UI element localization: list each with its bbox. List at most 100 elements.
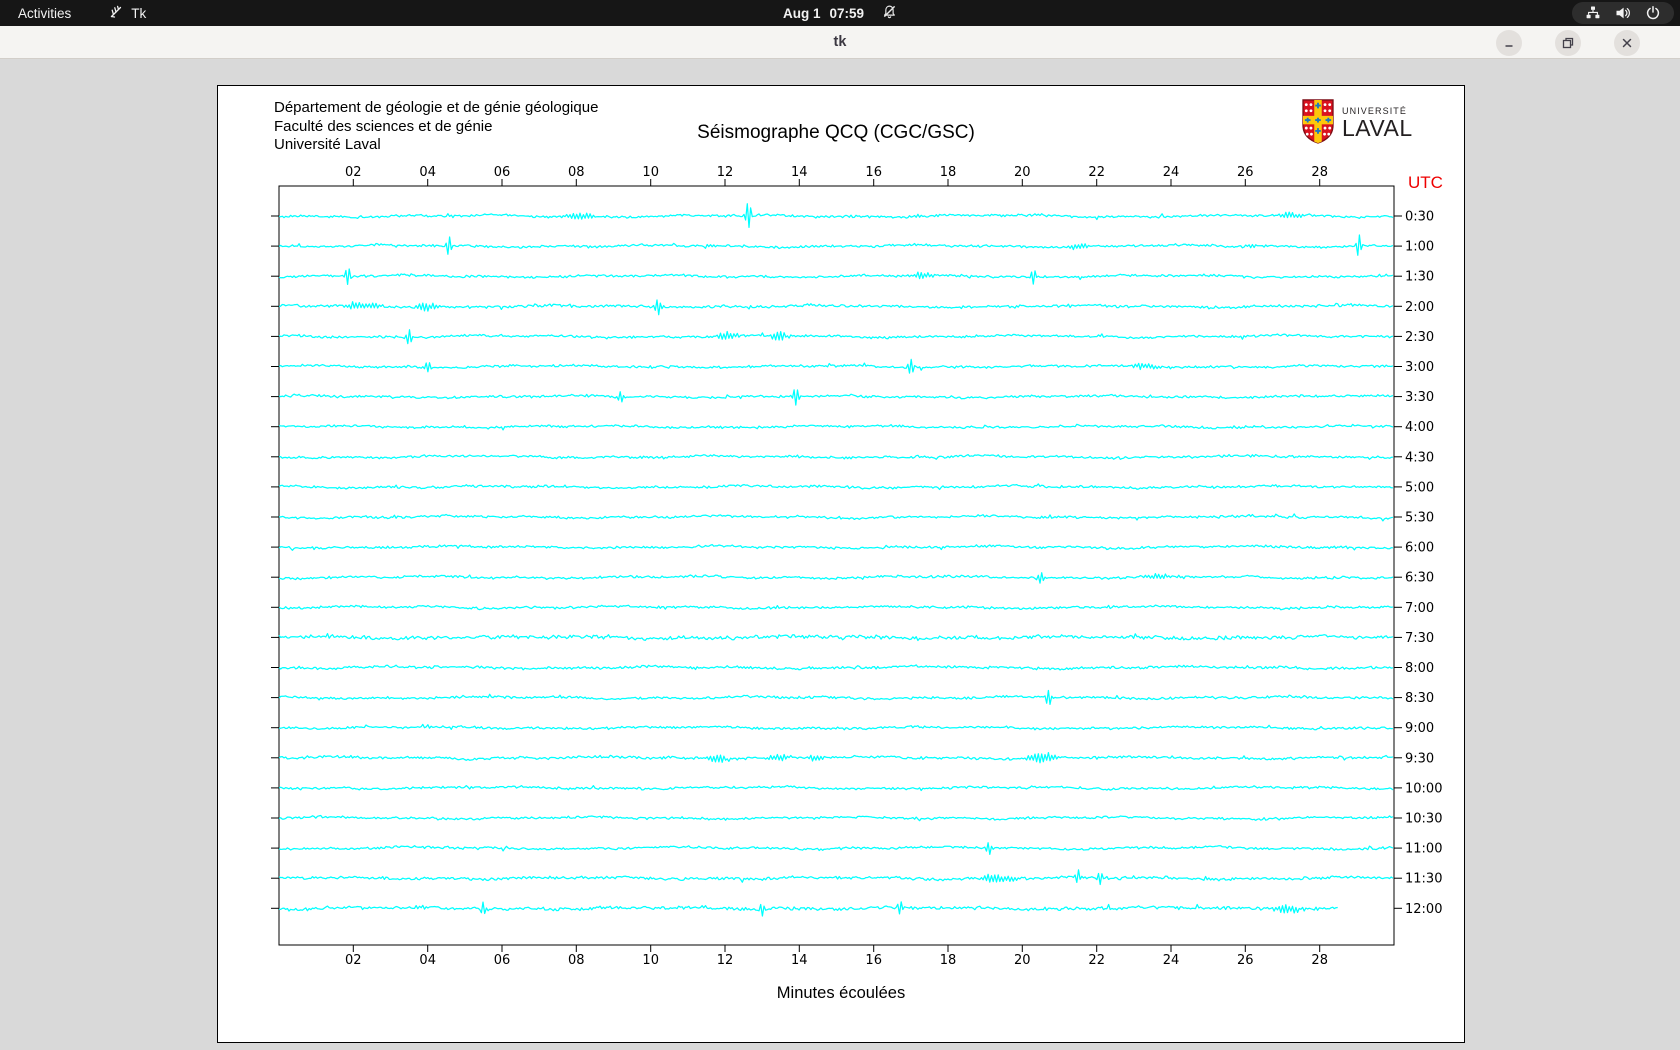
seismic-trace — [278, 664, 1394, 671]
x-tick-label-bottom: 22 — [1088, 953, 1105, 968]
x-tick-label-top: 22 — [1088, 165, 1105, 180]
x-tick-label-top: 20 — [1014, 165, 1031, 180]
time-label: 8:00 — [1405, 661, 1434, 676]
axes — [271, 179, 1402, 952]
x-tick-label-top: 06 — [494, 165, 511, 180]
activities-button[interactable]: Activities — [18, 6, 71, 21]
seismic-trace — [278, 423, 1394, 431]
seismic-trace — [278, 203, 1394, 229]
x-tick-label-bottom: 28 — [1311, 953, 1328, 968]
x-tick-label-bottom: 06 — [494, 953, 511, 968]
clock-time: 07:59 — [829, 5, 865, 21]
x-tick-label-bottom: 08 — [568, 953, 585, 968]
seismograph-canvas: Département de géologie et de génie géol… — [217, 85, 1465, 1043]
x-tick-label-top: 18 — [940, 165, 957, 180]
time-label: 11:00 — [1405, 842, 1442, 857]
time-label: 9:30 — [1405, 751, 1434, 766]
x-tick-label-bottom: 14 — [791, 953, 808, 968]
x-tick-label-bottom: 04 — [419, 953, 436, 968]
volume-icon — [1615, 5, 1631, 21]
seismic-trace — [278, 723, 1393, 731]
x-tick-label-bottom: 12 — [717, 953, 734, 968]
window-body: Département de géologie et de génie géol… — [0, 59, 1680, 1050]
system-status-area[interactable] — [1572, 2, 1674, 24]
desktop-screen: Activities Tk Aug 1 07:59 tk Département… — [0, 0, 1680, 1050]
seismic-trace — [278, 751, 1394, 764]
x-tick-label-top: 26 — [1237, 165, 1254, 180]
time-label: 10:00 — [1405, 781, 1442, 796]
x-tick-label-top: 08 — [568, 165, 585, 180]
x-tick-label-top: 14 — [791, 165, 808, 180]
seismic-trace — [278, 689, 1394, 706]
time-label: 6:00 — [1405, 541, 1434, 556]
time-label: 3:30 — [1405, 390, 1434, 405]
app-menu-label: Tk — [131, 5, 147, 21]
time-label: 2:30 — [1405, 330, 1434, 345]
seismic-trace — [278, 453, 1394, 460]
axis-labels: 02 02 04 04 06 06 08 08 10 10 12 12 14 14 16 16 18 18 20 20… — [345, 165, 1442, 968]
seismic-trace — [278, 632, 1394, 642]
seismogram-plot: 02 02 04 04 06 06 08 08 10 10 12 12 14 14 16 16 18 18 20 20… — [271, 165, 1442, 968]
x-tick-label-top: 10 — [642, 165, 659, 180]
x-tick-label-bottom: 20 — [1014, 953, 1031, 968]
time-label: 9:00 — [1405, 721, 1434, 736]
time-label: 10:30 — [1405, 812, 1442, 827]
close-button[interactable] — [1614, 30, 1640, 56]
x-tick-label-bottom: 02 — [345, 953, 362, 968]
seismic-trace — [278, 842, 1394, 856]
time-label: 3:00 — [1405, 360, 1434, 375]
time-label: 1:30 — [1405, 270, 1434, 285]
seismic-trace — [278, 784, 1394, 792]
seismic-trace — [279, 572, 1394, 584]
time-label: 1:00 — [1405, 240, 1434, 255]
seismic-trace — [278, 234, 1394, 256]
x-tick-label-top: 16 — [865, 165, 882, 180]
app-menu-button[interactable]: Tk — [109, 5, 146, 22]
power-icon — [1645, 5, 1661, 21]
seismic-trace — [278, 604, 1393, 611]
seismic-trace — [278, 268, 1394, 286]
window-title-bar: tk — [0, 26, 1680, 59]
seismic-trace — [278, 513, 1394, 522]
time-label: 7:30 — [1405, 631, 1434, 646]
restore-button[interactable] — [1555, 30, 1581, 56]
seismic-trace — [278, 358, 1394, 374]
x-tick-label-bottom: 10 — [642, 953, 659, 968]
seismic-trace — [278, 299, 1394, 316]
trace-lines — [278, 203, 1394, 917]
notifications-muted-icon[interactable] — [882, 4, 897, 22]
seismic-trace — [278, 543, 1393, 551]
minimize-button[interactable] — [1496, 30, 1522, 56]
x-tick-label-bottom: 26 — [1237, 953, 1254, 968]
gnome-top-bar: Activities Tk Aug 1 07:59 — [0, 0, 1680, 26]
x-axis-title: Minutes écoulées — [776, 984, 906, 1002]
x-tick-label-bottom: 18 — [940, 953, 957, 968]
time-label: 7:00 — [1405, 601, 1434, 616]
seismic-trace — [278, 814, 1394, 822]
seismic-trace — [278, 901, 1338, 917]
x-tick-label-bottom: 24 — [1163, 953, 1180, 968]
time-label: 2:00 — [1405, 300, 1434, 315]
tk-app-icon — [109, 5, 123, 22]
x-tick-label-top: 28 — [1311, 165, 1328, 180]
x-tick-label-top: 02 — [345, 165, 362, 180]
x-tick-label-bottom: 16 — [865, 953, 882, 968]
time-label: 5:30 — [1405, 511, 1434, 526]
x-tick-label-top: 24 — [1163, 165, 1180, 180]
time-label: 8:30 — [1405, 691, 1434, 706]
seismic-trace — [278, 869, 1394, 886]
clock-button[interactable]: Aug 1 07:59 — [783, 6, 864, 21]
time-label: 12:00 — [1405, 902, 1442, 917]
time-label: 4:30 — [1405, 450, 1434, 465]
time-label: 6:30 — [1405, 571, 1434, 586]
clock-date: Aug 1 — [782, 5, 821, 21]
time-label: 4:00 — [1405, 420, 1434, 435]
window-title: tk — [833, 34, 847, 50]
x-tick-label-top: 04 — [419, 165, 436, 180]
time-label: 11:30 — [1405, 872, 1442, 887]
network-icon — [1585, 5, 1601, 21]
time-label: 5:00 — [1405, 480, 1434, 495]
seismic-trace — [278, 329, 1394, 345]
seismic-trace — [278, 389, 1394, 406]
time-label: 0:30 — [1405, 210, 1434, 225]
